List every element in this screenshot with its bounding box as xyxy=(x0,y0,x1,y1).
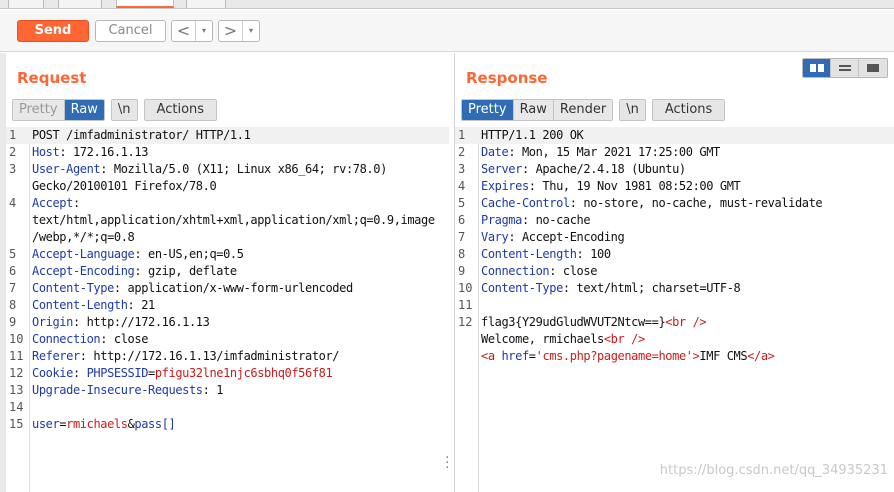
code-line: 9 Connection: close xyxy=(458,264,598,278)
send-button[interactable]: Send xyxy=(17,20,89,42)
response-newline-toggle[interactable]: \n xyxy=(619,99,646,121)
response-actions-menu[interactable]: Actions⌄ xyxy=(651,99,726,121)
back-arrow-icon[interactable]: < xyxy=(172,21,196,41)
code-line-wrap: Welcome, rmichaels<br /> xyxy=(481,332,645,346)
top-tab[interactable] xyxy=(186,0,226,8)
watermark: https://blog.csdn.net/qq_34935231 xyxy=(659,463,888,478)
code-line: 10 Content-Type: text/html; charset=UTF-8 xyxy=(458,281,741,295)
code-line: 10 Connection: close xyxy=(9,332,149,346)
request-actions-menu[interactable]: Actions⌄ xyxy=(143,99,218,121)
horizontal-layout-icon[interactable] xyxy=(831,59,859,77)
code-line-wrap: Gecko/20100101 Firefox/78.0 xyxy=(32,179,217,193)
actions-label: Actions⌄ xyxy=(652,100,725,121)
request-title: Request xyxy=(17,69,87,87)
request-newline-toggle[interactable]: \n xyxy=(110,99,138,121)
cancel-button[interactable]: Cancel xyxy=(95,20,166,42)
request-editor[interactable]: 1 POST /imfadministrator/ HTTP/1.1 2 Host:… xyxy=(6,127,449,492)
layout-toggle-group xyxy=(802,58,888,78)
request-pane: Request Pretty Raw \n Actions⌄ 1POST /im… xyxy=(6,53,449,492)
code-line: 13 Upgrade-Insecure-Requests: 1 xyxy=(9,383,224,397)
pane-resize-handle-icon[interactable]: · · · xyxy=(445,451,449,475)
single-layout-icon[interactable] xyxy=(859,59,887,77)
code-line: 5 Cache-Control: no-store, no-cache, must… xyxy=(458,196,823,210)
code-line: 7 Vary: Accept-Encoding xyxy=(458,230,625,244)
code-line: 4 Accept: xyxy=(9,196,80,210)
code-line: 2 Date: Mon, 15 Mar 2021 17:25:00 GMT xyxy=(458,145,720,159)
code-line: 7 Content-Type: application/x-www-form-ur… xyxy=(9,281,353,295)
code-line-wrap: /webp,*/*;q=0.8 xyxy=(32,230,135,244)
code-line: 6 Accept-Encoding: gzip, deflate xyxy=(9,264,237,278)
request-view-mode: Pretty Raw xyxy=(12,99,105,121)
history-forward-group: > ▾ xyxy=(218,20,260,42)
code-line: 1 POST /imfadministrator/ HTTP/1.1 xyxy=(6,127,449,144)
request-pretty-tab[interactable]: Pretty xyxy=(13,100,64,120)
code-line: 3 Server: Apache/2.4.18 (Ubuntu) xyxy=(458,162,686,176)
newline-label: \n xyxy=(620,100,645,120)
top-tab-strip xyxy=(0,0,894,9)
code-line: 8 Content-Length: 100 xyxy=(458,247,611,261)
code-line: 11 Referer: http://172.16.1.13/imfadminis… xyxy=(9,349,340,363)
response-title: Response xyxy=(466,69,548,87)
code-line: 5 Accept-Language: en-US,en;q=0.5 xyxy=(9,247,244,261)
code-line: 9 Origin: http://172.16.1.13 xyxy=(9,315,210,329)
code-line: 1 HTTP/1.1 200 OK xyxy=(455,127,894,144)
code-line: 12 flag3{Y29udGludWVUT2Ntcw==}<br /> xyxy=(458,315,707,329)
response-raw-tab[interactable]: Raw xyxy=(512,100,553,120)
forward-arrow-icon[interactable]: > xyxy=(219,21,243,41)
response-pane: Response Pretty Raw Render \n Actions⌄ 1… xyxy=(454,53,894,492)
request-view-toolbar: Pretty Raw \n Actions⌄ xyxy=(12,99,218,121)
response-view-mode: Pretty Raw Render xyxy=(461,99,614,121)
code-line: 12 Cookie: PHPSESSID=pfigu32lne1njc6sbhq0… xyxy=(9,366,333,380)
newline-label: \n xyxy=(111,100,137,120)
code-line: 2 Host: 172.16.1.13 xyxy=(9,145,149,159)
top-tab-active[interactable] xyxy=(116,0,174,8)
top-tab[interactable] xyxy=(58,0,102,8)
top-tab[interactable] xyxy=(8,0,44,8)
forward-dropdown-icon[interactable]: ▾ xyxy=(243,21,259,41)
code-line-wrap: <a href='cms.php?pagename=home'>IMF CMS<… xyxy=(481,349,775,363)
request-raw-tab[interactable]: Raw xyxy=(63,100,104,120)
history-back-group: < ▾ xyxy=(171,20,213,42)
code-line: 11 xyxy=(458,298,473,312)
response-pretty-tab[interactable]: Pretty xyxy=(462,100,513,120)
code-line: 15 user=rmichaels&pass[] xyxy=(9,417,176,431)
code-line: 6 Pragma: no-cache xyxy=(458,213,591,227)
split-layout-icon[interactable] xyxy=(803,59,831,77)
repeater-toolbar: Send Cancel < ▾ > ▾ xyxy=(0,10,894,52)
code-line: 14 xyxy=(9,400,24,414)
response-render-tab[interactable]: Render xyxy=(552,100,613,120)
response-view-toolbar: Pretty Raw Render \n Actions⌄ xyxy=(461,99,726,121)
code-line: 4 Expires: Thu, 19 Nov 1981 08:52:00 GMT xyxy=(458,179,741,193)
response-editor[interactable]: 1 HTTP/1.1 200 OK 2 Date: Mon, 15 Mar 2021… xyxy=(455,127,894,492)
actions-label: Actions⌄ xyxy=(144,100,217,121)
code-line: 3 User-Agent: Mozilla/5.0 (X11; Linux x86… xyxy=(9,162,387,176)
chevron-down-icon: ⌄ xyxy=(155,120,211,121)
code-line: 8 Content-Length: 21 xyxy=(9,298,155,312)
back-dropdown-icon[interactable]: ▾ xyxy=(196,21,212,41)
chevron-down-icon: ⌄ xyxy=(663,120,719,121)
code-line-wrap: text/html,application/xhtml+xml,applicat… xyxy=(32,213,435,227)
